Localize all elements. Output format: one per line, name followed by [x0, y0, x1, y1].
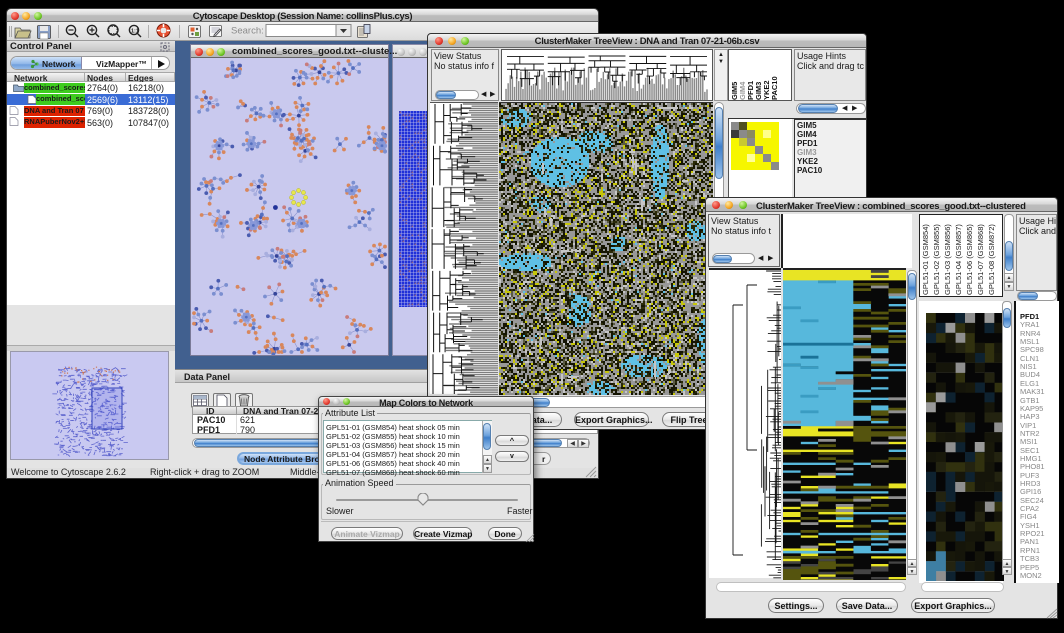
svg-text:GPL51-08 (GSM872): GPL51-08 (GSM872)	[987, 224, 996, 295]
svg-text:GPL51-04 (GSM857): GPL51-04 (GSM857)	[954, 224, 963, 295]
svg-text:GPL51-02 (GSM855): GPL51-02 (GSM855)	[932, 224, 941, 295]
svg-text:Search:: Search:	[231, 26, 264, 37]
svg-text:GPL51-03 (GSM856): GPL51-03 (GSM856)	[943, 224, 952, 295]
svg-text:1:1: 1:1	[131, 29, 139, 35]
svg-text:GPL51-01 (GSM854): GPL51-01 (GSM854)	[921, 224, 930, 295]
svg-text:GPL51-06 (GSM865): GPL51-06 (GSM865)	[965, 224, 974, 295]
svg-text:GPL51-07 (GSM868): GPL51-07 (GSM868)	[976, 224, 985, 295]
svg-text:PAC10: PAC10	[770, 76, 779, 100]
